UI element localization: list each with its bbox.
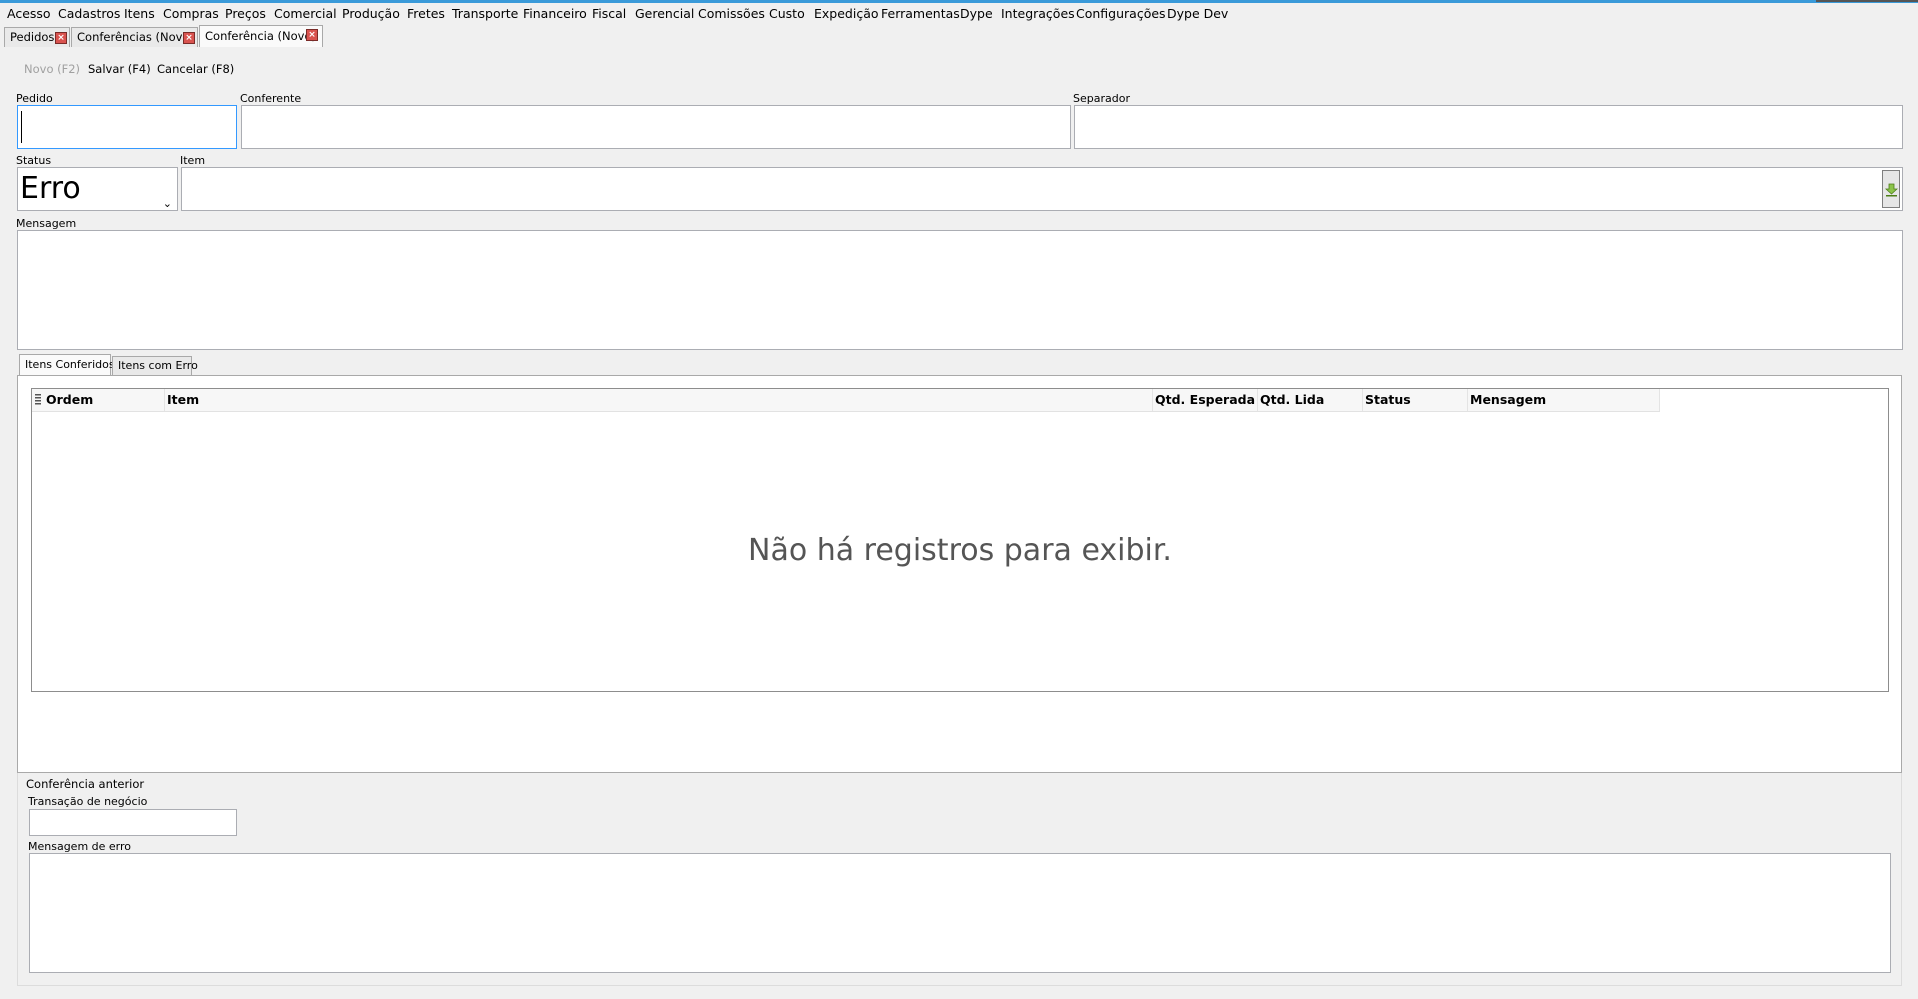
save-button[interactable]: Salvar (F4): [88, 62, 151, 76]
new-button[interactable]: Novo (F2): [24, 62, 80, 76]
mensagem-label: Mensagem: [16, 217, 77, 230]
item-lookup-button[interactable]: [1882, 170, 1900, 208]
column-header-qtd-lida[interactable]: Qtd. Lida: [1258, 389, 1363, 411]
cancel-button[interactable]: Cancelar (F8): [157, 62, 234, 76]
previous-conference-title: Conferência anterior: [26, 777, 145, 791]
separador-input[interactable]: [1074, 105, 1903, 149]
text-caret: [21, 111, 22, 143]
column-menu-icon[interactable]: [34, 393, 42, 405]
tab-label: Itens com Erro: [118, 359, 198, 372]
menu-comercial[interactable]: Comercial: [274, 6, 337, 21]
menu-financeiro[interactable]: Financeiro: [523, 6, 587, 21]
menu-compras[interactable]: Compras: [163, 6, 219, 21]
column-header-mensagem[interactable]: Mensagem: [1468, 389, 1660, 411]
menu-transporte[interactable]: Transporte: [452, 6, 518, 21]
doc-tab-conferencia-novo[interactable]: Conferência (Novo) ×: [199, 25, 323, 47]
doc-tab-label: Pedidos: [10, 30, 55, 44]
pedido-input[interactable]: [17, 105, 237, 149]
menu-cadastros[interactable]: Cadastros: [58, 6, 120, 21]
conferente-input[interactable]: [241, 105, 1071, 149]
menu-ferramentas[interactable]: Ferramentas: [881, 6, 960, 21]
tab-label: Itens Conferidos: [25, 358, 115, 371]
menu-dype[interactable]: Dype: [960, 6, 993, 21]
close-icon[interactable]: ×: [55, 32, 67, 44]
mensagem-textarea[interactable]: [17, 230, 1903, 350]
item-label: Item: [180, 154, 206, 167]
chevron-down-icon[interactable]: ⌄: [163, 183, 172, 225]
menu-bar: Acesso Cadastros Itens Compras Preços Co…: [0, 3, 1918, 25]
menu-dype-dev[interactable]: Dype Dev: [1167, 6, 1228, 21]
status-select[interactable]: Erro ⌄: [17, 167, 178, 211]
transacao-label: Transação de negócio: [28, 795, 148, 808]
menu-fiscal[interactable]: Fiscal: [592, 6, 626, 21]
menu-integracoes[interactable]: Integrações: [1001, 6, 1075, 21]
mensagem-erro-label: Mensagem de erro: [28, 840, 132, 853]
toolbar: Novo (F2) Salvar (F4) Cancelar (F8): [0, 56, 1918, 78]
doc-tab-label: Conferências (Novo): [77, 30, 194, 44]
close-icon[interactable]: ×: [183, 32, 195, 44]
menu-fretes[interactable]: Fretes: [407, 6, 445, 21]
column-header-qtd-esperada[interactable]: Qtd. Esperada: [1153, 389, 1258, 411]
menu-configuracoes[interactable]: Configurações: [1076, 6, 1166, 21]
menu-acesso[interactable]: Acesso: [7, 6, 51, 21]
menu-precos[interactable]: Preços: [225, 6, 266, 21]
transacao-input[interactable]: [29, 809, 237, 836]
item-input[interactable]: [181, 167, 1903, 211]
mensagem-erro-textarea[interactable]: [29, 853, 1891, 973]
doc-tab-label: Conferência (Novo): [205, 29, 316, 43]
doc-tab-conferencias-novo[interactable]: Conferências (Novo) ×: [71, 27, 198, 47]
tab-itens-conferidos[interactable]: Itens Conferidos: [19, 354, 115, 375]
items-grid[interactable]: Ordem Item Qtd. Esperada Qtd. Lida Statu…: [31, 388, 1889, 692]
column-header-item[interactable]: Item: [165, 389, 1153, 411]
doc-tab-pedidos[interactable]: Pedidos ×: [4, 27, 70, 47]
close-icon[interactable]: ×: [306, 29, 318, 41]
window-top-edge: [1816, 0, 1918, 2]
menu-itens[interactable]: Itens: [124, 6, 155, 21]
download-arrow-icon: [1885, 183, 1898, 197]
menu-producao[interactable]: Produção: [342, 6, 400, 21]
menu-comissoes[interactable]: Comissões: [698, 6, 765, 21]
pedido-label: Pedido: [16, 92, 53, 105]
menu-expedicao[interactable]: Expedição: [814, 6, 879, 21]
status-label: Status: [16, 154, 52, 167]
status-selected-value: Erro: [20, 171, 81, 206]
grid-header: Ordem Item Qtd. Esperada Qtd. Lida Statu…: [32, 389, 1660, 412]
menu-custo[interactable]: Custo: [769, 6, 805, 21]
grid-empty-message: Não há registros para exibir.: [748, 533, 1172, 568]
menu-gerencial[interactable]: Gerencial: [635, 6, 694, 21]
column-header-ordem[interactable]: Ordem: [44, 389, 165, 411]
conferente-label: Conferente: [240, 92, 302, 105]
separador-label: Separador: [1073, 92, 1130, 105]
document-tab-strip: Pedidos × Conferências (Novo) × Conferên…: [0, 25, 1918, 47]
tab-itens-com-erro[interactable]: Itens com Erro: [112, 356, 198, 375]
column-header-status[interactable]: Status: [1363, 389, 1468, 411]
